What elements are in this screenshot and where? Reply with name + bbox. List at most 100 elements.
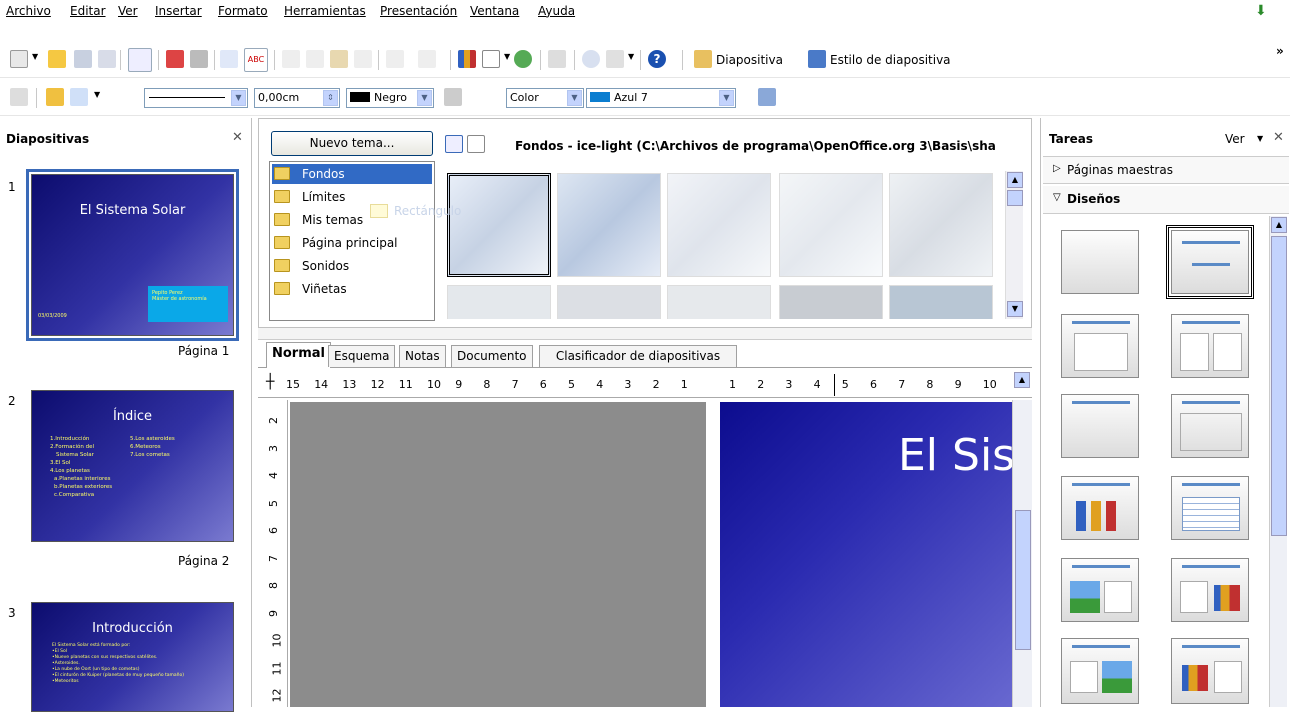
theme-item-limites[interactable]: Límites [272,187,345,207]
menu-ventana[interactable]: Ventana [470,4,519,18]
slide-design-icon[interactable] [808,50,826,68]
spin-icon[interactable]: ⇕ [323,90,338,106]
save-icon[interactable] [74,50,92,68]
chevron-down-icon[interactable]: ▼ [32,52,38,61]
shadow-icon[interactable] [758,88,776,106]
paste-icon[interactable] [330,50,348,68]
close-icon[interactable]: ✕ [232,130,243,145]
background-tile[interactable] [667,285,771,319]
menu-ayuda[interactable]: Ayuda [538,4,575,18]
table-icon[interactable] [482,50,500,68]
icon-view-icon[interactable] [445,135,463,153]
detail-view-icon[interactable] [467,135,485,153]
background-tile[interactable] [889,173,993,277]
slide-icon[interactable] [694,50,712,68]
scroll-up-icon[interactable]: ▲ [1014,372,1030,388]
navigator-icon[interactable] [582,50,600,68]
theme-item-sonidos[interactable]: Sonidos [272,256,349,276]
menu-insertar[interactable]: Insertar [155,4,202,18]
tab-esquema[interactable]: Esquema [328,345,396,367]
menu-editar[interactable]: Editar [70,4,106,18]
spellcheck-icon[interactable] [220,50,238,68]
scroll-up-icon[interactable]: ▲ [1007,172,1023,188]
chevron-down-icon[interactable]: ▼ [628,52,634,61]
new-document-icon[interactable] [10,50,28,68]
line-color-select[interactable]: Negro ▼ [346,88,434,108]
chevron-down-icon[interactable]: ▼ [1257,134,1263,143]
chevron-right-icon[interactable]: ▷ [1053,163,1061,174]
zoom-icon[interactable] [606,50,624,68]
area-color-select[interactable]: Azul 7 ▼ [586,88,736,108]
layout-title-chart-text[interactable] [1171,638,1249,704]
chevron-down-icon[interactable]: ▼ [231,90,246,106]
layouts-header[interactable]: ▽ Diseños [1043,186,1289,214]
background-tile[interactable] [779,285,883,319]
layout-blank[interactable] [1061,230,1139,294]
redo-icon[interactable] [418,50,436,68]
slide-preview[interactable]: El Sis [720,402,1012,707]
gallery-splitter[interactable] [258,328,1032,340]
background-tile[interactable] [447,173,551,277]
view-menu-button[interactable]: Ver [1225,132,1245,146]
slide-title-text[interactable]: El Sis [898,430,1012,481]
clone-formatting-icon[interactable] [354,50,372,68]
email-icon[interactable] [98,50,116,68]
slide-button[interactable]: Diapositiva [716,53,783,67]
chart-icon[interactable] [458,50,476,68]
chevron-down-icon[interactable]: ▼ [504,52,510,61]
grid-icon[interactable] [548,50,566,68]
slide-design-button[interactable]: Estilo de diapositiva [830,53,951,67]
layout-title-chart[interactable] [1061,476,1139,540]
menu-formato[interactable]: Formato [218,4,268,18]
print-icon[interactable] [190,50,208,68]
tab-clasificador[interactable]: Clasificador de diapositivas [539,345,737,367]
menu-herramientas[interactable]: Herramientas [284,4,366,18]
layout-title-content[interactable] [1061,314,1139,378]
master-pages-header[interactable]: ▷ Páginas maestras [1043,156,1289,184]
layout-title-2-content[interactable] [1171,314,1249,378]
menu-archivo[interactable]: Archivo [6,4,51,18]
theme-item-fondos[interactable]: Fondos [272,164,432,184]
layout-title-box[interactable] [1171,394,1249,458]
gallery-scrollbar[interactable]: ▲ ▼ [1005,171,1023,319]
chevron-down-icon[interactable]: ▼ [94,90,100,99]
background-tile[interactable] [779,173,883,277]
export-pdf-icon[interactable] [166,50,184,68]
background-tile[interactable] [447,285,551,319]
chevron-down-icon[interactable]: ▼ [417,90,432,106]
help-icon[interactable]: ? [648,50,666,68]
background-tile[interactable] [889,285,993,319]
line-style-icon[interactable] [46,88,64,106]
chevron-down-icon[interactable]: ▼ [567,90,582,106]
open-folder-icon[interactable] [48,50,66,68]
arrange-icon[interactable] [10,88,28,106]
fontwork-icon[interactable] [514,50,532,68]
new-theme-button[interactable]: Nuevo tema... [271,131,433,156]
layout-title-text-image[interactable] [1061,638,1139,704]
scroll-up-icon[interactable]: ▲ [1271,217,1287,233]
slide-thumbnail-3[interactable]: Introducción El Sistema Solar está forma… [31,602,234,712]
toolbar-overflow-button[interactable]: » [1276,44,1284,58]
background-tile[interactable] [667,173,771,277]
canvas-scrollbar[interactable] [1012,400,1032,707]
area-style-select[interactable]: Color ▼ [506,88,584,108]
layout-title-only[interactable] [1166,225,1254,299]
theme-item-vinetas[interactable]: Viñetas [272,279,347,299]
chevron-down-icon[interactable]: ▼ [719,90,734,106]
layout-title-text[interactable] [1061,394,1139,458]
background-tile[interactable] [557,285,661,319]
slide-thumbnail-1[interactable]: El Sistema Solar Pepito Perez Máster de … [26,169,239,341]
menu-ver[interactable]: Ver [118,4,138,18]
edit-file-icon[interactable] [128,48,152,72]
tab-normal[interactable]: Normal [266,342,331,368]
theme-item-pagina-principal[interactable]: Página principal [272,233,398,253]
scroll-down-icon[interactable]: ▼ [1007,301,1023,317]
layout-title-text-chart[interactable] [1171,558,1249,622]
background-tile[interactable] [557,173,661,277]
line-style-select[interactable]: ▼ [144,88,248,108]
undo-icon[interactable] [386,50,404,68]
copy-icon[interactable] [306,50,324,68]
chevron-down-icon[interactable]: ▽ [1053,192,1061,203]
tab-notas[interactable]: Notas [399,345,446,367]
autospellcheck-icon[interactable]: ABC [244,48,268,72]
